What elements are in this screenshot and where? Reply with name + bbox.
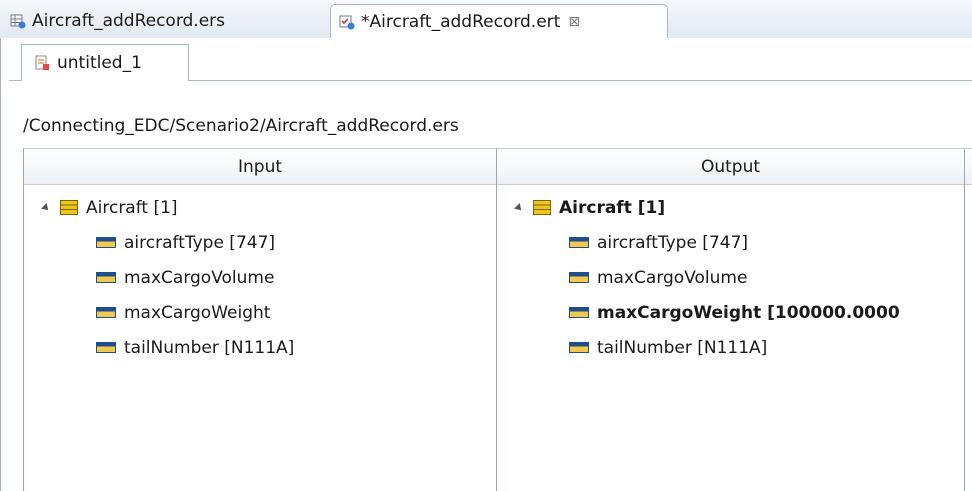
tree-label: maxCargoWeight [100000.0000 (597, 302, 900, 323)
tab-label: Aircraft_addRecord.ers (32, 11, 226, 31)
close-icon[interactable]: ⊠ (568, 14, 580, 30)
output-tree: Aircraft [1] aircraftType [747] maxCargo… (497, 185, 964, 365)
tree-label: tailNumber [N111A] (597, 337, 768, 358)
tree-row-attribute[interactable]: tailNumber [N111A] (24, 330, 496, 365)
attribute-icon (96, 237, 116, 248)
tree-row-attribute[interactable]: aircraftType [747] (24, 225, 496, 260)
tree-row-aircraft[interactable]: Aircraft [1] (24, 190, 496, 225)
extra-column-header[interactable] (965, 149, 972, 185)
attribute-icon (96, 272, 116, 283)
tree-label: Aircraft [1] (559, 197, 666, 218)
attribute-icon (96, 342, 116, 353)
sheet-icon (35, 55, 49, 70)
input-tree: Aircraft [1] aircraftType [747] maxCargo… (24, 185, 496, 365)
sheet-tab-label: untitled_1 (57, 53, 142, 73)
tree-row-aircraft[interactable]: Aircraft [1] (497, 190, 964, 225)
tree-row-attribute[interactable]: maxCargoVolume (497, 260, 964, 295)
attribute-icon (569, 342, 589, 353)
tree-label: Aircraft [1] (86, 197, 178, 218)
expand-toggle-icon[interactable] (514, 202, 524, 213)
sheet-tab-strip: untitled_1 (9, 44, 972, 81)
attribute-icon (96, 307, 116, 318)
input-column: Input Aircraft [1] aircraftType [747] ma… (24, 149, 497, 491)
expand-toggle-icon[interactable] (41, 202, 51, 213)
mapping-grid: Input Aircraft [1] aircraftType [747] ma… (23, 148, 972, 491)
tab-aircraft-addrecord-ers[interactable]: Aircraft_addRecord.ers (2, 4, 330, 38)
entity-icon (533, 200, 551, 215)
tab-untitled-1[interactable]: untitled_1 (21, 44, 189, 81)
extra-column (965, 149, 972, 491)
tree-label: maxCargoVolume (124, 267, 275, 288)
table-editor-icon (10, 14, 26, 29)
tree-label: aircraftType [747] (124, 232, 276, 253)
tree-row-attribute[interactable]: maxCargoVolume (24, 260, 496, 295)
entity-icon (60, 200, 78, 215)
tree-row-attribute[interactable]: aircraftType [747] (497, 225, 964, 260)
output-column: Output Aircraft [1] aircraftType [747] m… (497, 149, 965, 491)
tree-label: aircraftType [747] (597, 232, 749, 253)
attribute-icon (569, 307, 589, 318)
editor-body: untitled_1 /Connecting_EDC/Scenario2/Air… (0, 38, 972, 491)
output-column-header[interactable]: Output (497, 149, 964, 185)
tab-label: *Aircraft_addRecord.ert (361, 12, 561, 32)
tree-label: tailNumber [N111A] (124, 337, 295, 358)
attribute-icon (569, 237, 589, 248)
test-editor-icon (339, 15, 355, 30)
file-path: /Connecting_EDC/Scenario2/Aircraft_addRe… (23, 116, 459, 136)
attribute-icon (569, 272, 589, 283)
tree-label: maxCargoVolume (597, 267, 748, 288)
editor-tab-strip: Aircraft_addRecord.ers *Aircraft_addReco… (0, 0, 972, 39)
input-column-header[interactable]: Input (24, 149, 496, 185)
tree-row-attribute[interactable]: maxCargoWeight (24, 295, 496, 330)
tree-label: maxCargoWeight (124, 302, 271, 323)
tree-row-attribute[interactable]: tailNumber [N111A] (497, 330, 964, 365)
tab-aircraft-addrecord-ert[interactable]: *Aircraft_addRecord.ert ⊠ (330, 4, 668, 39)
tree-row-attribute[interactable]: maxCargoWeight [100000.0000 (497, 295, 964, 330)
